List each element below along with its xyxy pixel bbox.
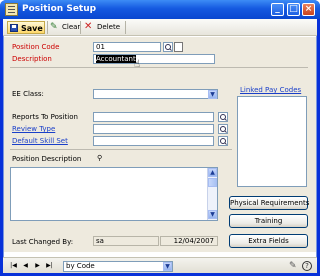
save-label: Save	[21, 24, 43, 33]
close-button[interactable]: ×	[302, 3, 315, 16]
floppy-disk-icon	[10, 24, 18, 32]
divider	[10, 149, 232, 150]
default-skill-set-field[interactable]	[93, 136, 214, 146]
save-button[interactable]: Save	[7, 21, 45, 34]
default-skill-set-link[interactable]: Default Skill Set	[12, 137, 68, 145]
clear-label: Clear	[62, 23, 81, 31]
ee-class-label: EE Class:	[12, 90, 44, 98]
pencil-icon[interactable]: ✎	[289, 261, 299, 271]
linked-pay-codes-link[interactable]: Linked Pay Codes	[240, 86, 301, 94]
next-record-button[interactable]: ▶	[33, 261, 42, 271]
training-button[interactable]: Training	[229, 214, 308, 228]
delete-button[interactable]: ✕ Delete	[83, 21, 120, 34]
chevron-down-icon[interactable]: ▼	[163, 262, 172, 271]
reports-to-label: Reports To Position	[12, 113, 78, 121]
toolbar-separator	[80, 21, 81, 34]
divider	[10, 67, 308, 68]
title-bar: Position Setup _ □ ×	[0, 0, 320, 19]
lookup-icon[interactable]	[218, 112, 228, 122]
last-changed-date: 12/04/2007	[160, 236, 218, 246]
first-record-button[interactable]: |◀	[9, 261, 18, 271]
sort-order-select[interactable]: by Code	[63, 261, 173, 272]
linked-pay-codes-list[interactable]	[237, 96, 307, 187]
x-icon: ✕	[84, 21, 93, 32]
app-icon	[5, 3, 18, 16]
chevron-down-icon[interactable]: ▼	[208, 89, 217, 99]
hand-cursor-icon: ☝	[134, 59, 141, 70]
toolbar-separator	[125, 21, 126, 34]
chevron-down-icon[interactable]: ▼	[208, 210, 217, 219]
lookup-icon[interactable]	[218, 136, 228, 146]
toolbar-separator	[47, 21, 48, 34]
maximize-button[interactable]: □	[287, 3, 300, 16]
help-icon[interactable]: ?	[302, 261, 312, 271]
note-icon[interactable]	[174, 42, 183, 52]
paperclip-icon[interactable]: ⚲	[97, 154, 103, 162]
lookup-icon[interactable]	[218, 124, 228, 134]
position-code-label: Position Code	[12, 43, 60, 51]
clear-button[interactable]: ✎ Clear	[50, 21, 80, 34]
previous-record-button[interactable]: ◀	[21, 261, 30, 271]
lookup-icon[interactable]	[163, 42, 173, 52]
review-type-link[interactable]: Review Type	[12, 125, 55, 133]
textarea-scrollbar[interactable]: ▲ ▼	[207, 168, 217, 220]
delete-label: Delete	[97, 23, 120, 31]
position-description-label: Position Description	[12, 155, 82, 163]
last-changed-user: sa	[93, 236, 159, 246]
toolbar: Save ✎ Clear ✕ Delete	[3, 19, 317, 36]
description-field[interactable]: Accountant	[93, 54, 215, 64]
description-label: Description	[12, 55, 52, 63]
last-changed-label: Last Changed By:	[12, 238, 74, 246]
minimize-button[interactable]: _	[271, 3, 284, 16]
description-value: Accountant	[96, 55, 136, 63]
scroll-thumb[interactable]	[208, 178, 217, 187]
clear-icon: ✎	[50, 22, 58, 32]
window-title: Position Setup	[22, 4, 97, 14]
review-type-field[interactable]	[93, 124, 214, 134]
extra-fields-button[interactable]: Extra Fields	[229, 234, 308, 248]
last-record-button[interactable]: ▶|	[45, 261, 54, 271]
reports-to-field[interactable]	[93, 112, 214, 122]
position-code-field[interactable]: 01	[93, 42, 161, 52]
physical-requirements-button[interactable]: Physical Requirements	[229, 196, 309, 210]
ee-class-select[interactable]	[93, 89, 218, 99]
position-description-textarea[interactable]	[10, 167, 218, 221]
chevron-up-icon[interactable]: ▲	[208, 168, 217, 177]
status-bar: |◀ ◀ ▶ ▶| by Code ▼ ✎ ?	[3, 257, 317, 273]
